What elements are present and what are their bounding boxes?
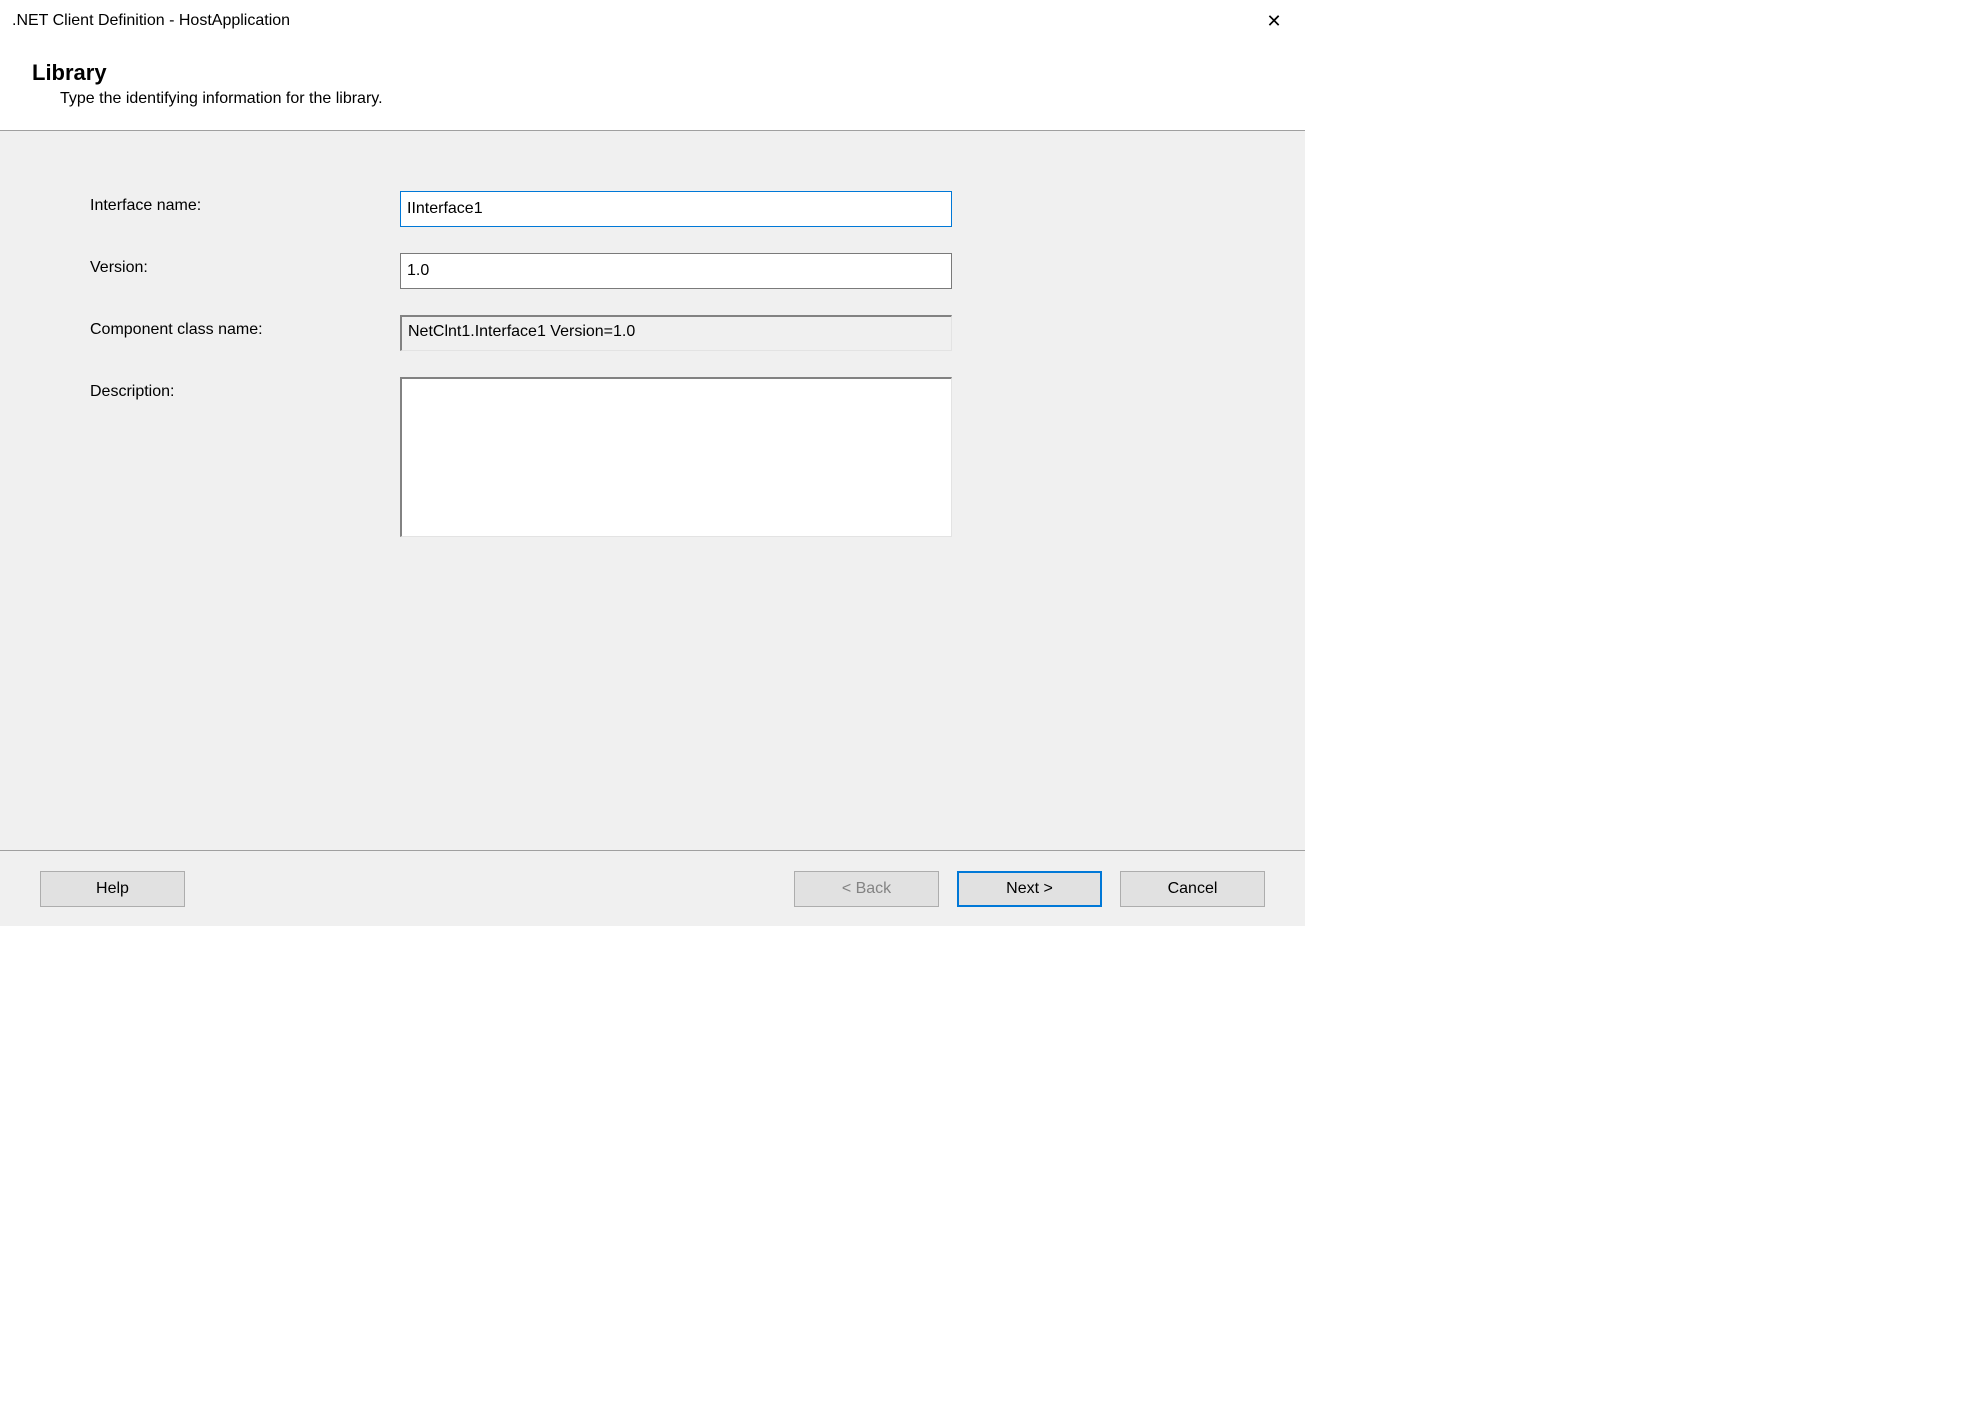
- content-area: Interface name: Version: Component class…: [0, 131, 1305, 850]
- row-component-class: Component class name: NetClnt1.Interface…: [60, 315, 1245, 351]
- help-button[interactable]: Help: [40, 871, 185, 907]
- back-button: < Back: [794, 871, 939, 907]
- interface-name-input[interactable]: [400, 191, 952, 227]
- interface-name-label: Interface name:: [60, 191, 400, 215]
- next-button[interactable]: Next >: [957, 871, 1102, 907]
- component-class-readonly: NetClnt1.Interface1 Version=1.0: [400, 315, 952, 351]
- dialog-window: .NET Client Definition - HostApplication…: [0, 0, 1305, 926]
- page-title: Library: [32, 60, 1273, 86]
- description-textarea[interactable]: [400, 377, 952, 537]
- version-input[interactable]: [400, 253, 952, 289]
- row-description: Description:: [60, 377, 1245, 542]
- header-area: Library Type the identifying information…: [0, 42, 1305, 130]
- window-title: .NET Client Definition - HostApplication: [12, 12, 290, 30]
- row-version: Version:: [60, 253, 1245, 289]
- row-interface-name: Interface name:: [60, 191, 1245, 227]
- titlebar: .NET Client Definition - HostApplication…: [0, 0, 1305, 42]
- close-icon[interactable]: ✕: [1259, 11, 1289, 32]
- version-label: Version:: [60, 253, 400, 277]
- cancel-button[interactable]: Cancel: [1120, 871, 1265, 907]
- button-bar: Help < Back Next > Cancel: [0, 850, 1305, 926]
- page-subtitle: Type the identifying information for the…: [60, 90, 1273, 108]
- description-label: Description:: [60, 377, 400, 401]
- component-class-label: Component class name:: [60, 315, 400, 339]
